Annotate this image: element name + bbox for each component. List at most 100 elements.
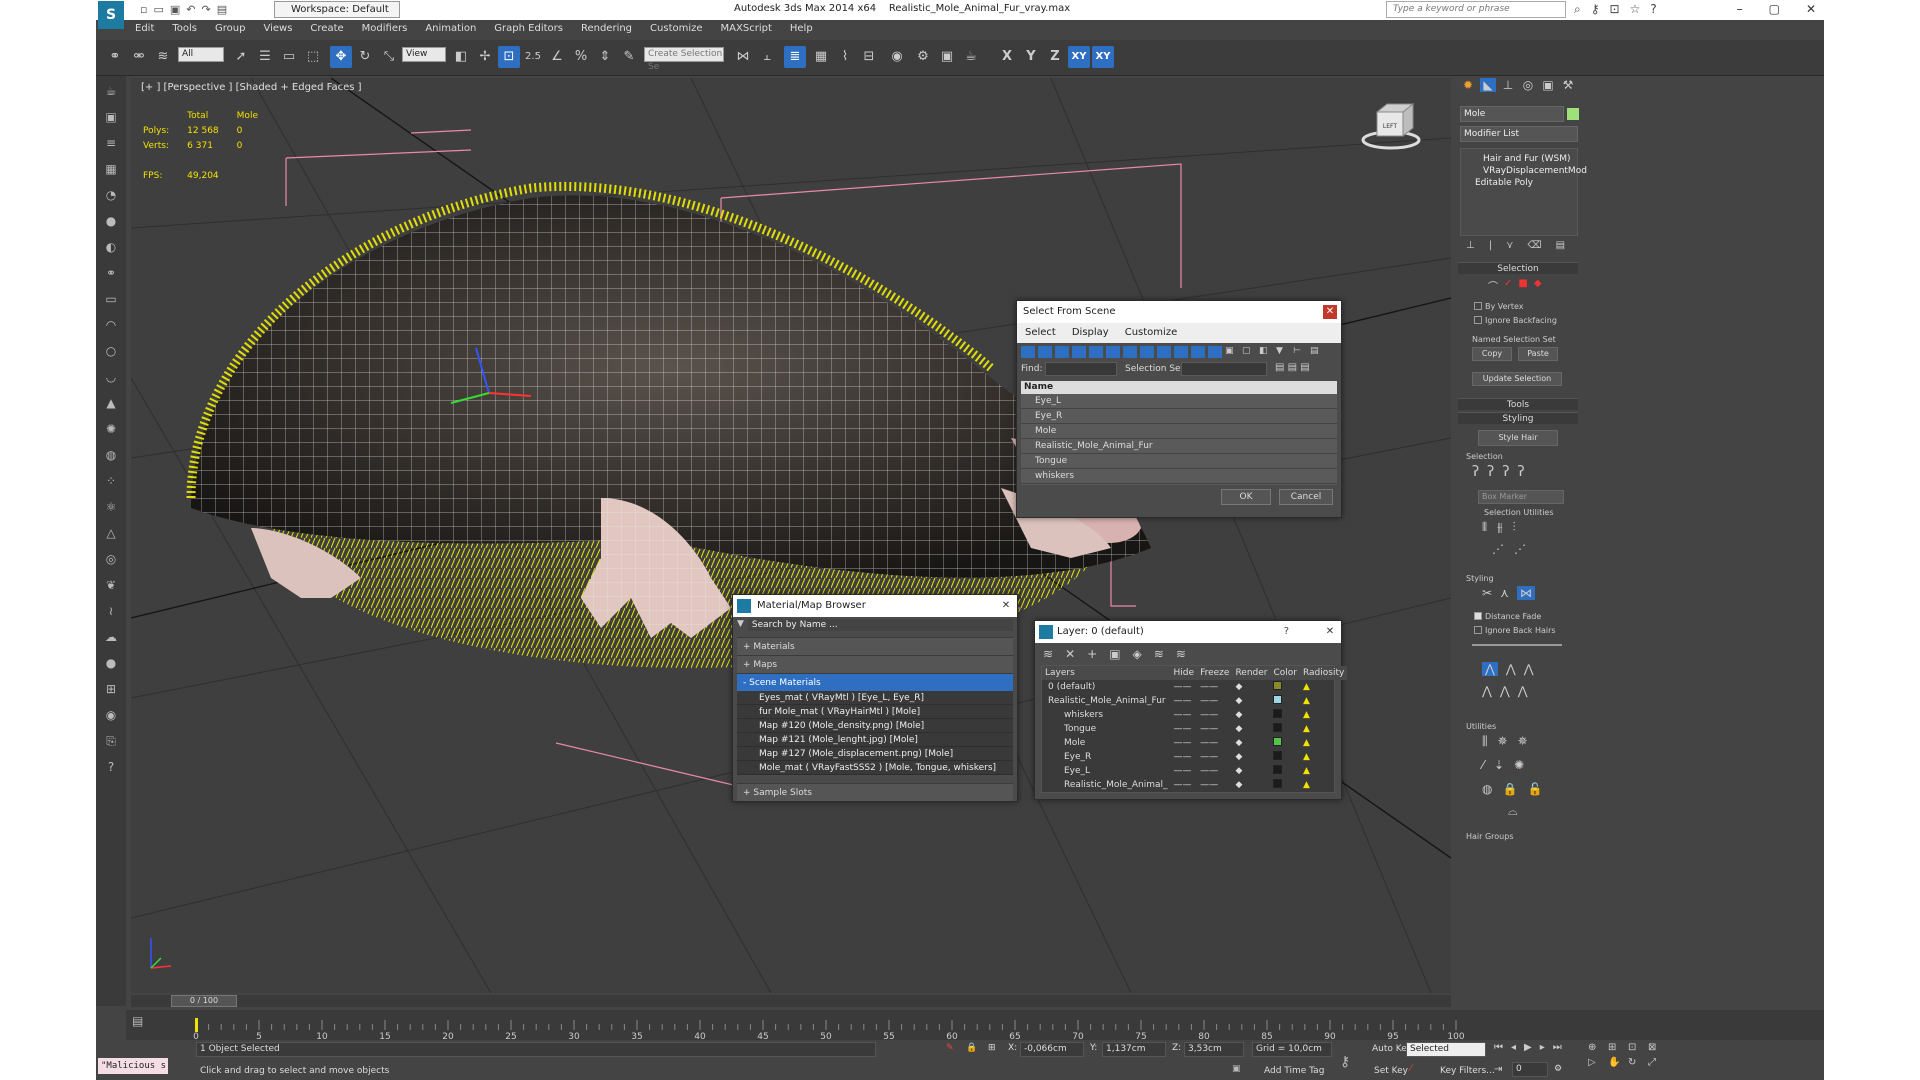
plus-box-icon[interactable]: ⊞: [100, 678, 122, 700]
layer-freeze-toggle[interactable]: ——: [1197, 764, 1232, 778]
render-production-icon[interactable]: ☕: [960, 46, 982, 68]
selection-lock-icon[interactable]: 🔒: [966, 1043, 977, 1053]
hair-icon[interactable]: ≀: [100, 600, 122, 622]
ignore-backfacing-checkbox[interactable]: Ignore Backfacing: [1474, 316, 1557, 325]
workspace-dropdown[interactable]: Workspace: Default: [274, 1, 400, 18]
col-freeze[interactable]: Freeze: [1197, 666, 1233, 680]
customize-menu[interactable]: Customize: [1125, 323, 1178, 343]
render-setup-icon[interactable]: ⚙: [912, 46, 934, 68]
layer-freeze-toggle[interactable]: ——: [1197, 736, 1232, 750]
filter-shapes-icon[interactable]: [1038, 346, 1052, 358]
app-logo-icon[interactable]: S: [98, 1, 124, 29]
zoom-extents-all-icon[interactable]: ⊠: [1648, 1042, 1664, 1053]
layer-render-icon[interactable]: ◆: [1232, 694, 1270, 708]
toggle-collisions-icon[interactable]: ✺: [1514, 758, 1524, 772]
menu-animation[interactable]: Animation: [416, 20, 485, 38]
schematic-view-icon[interactable]: ⊟: [858, 46, 880, 68]
time-slider-thumb[interactable]: 0 / 100: [171, 995, 237, 1007]
percent-snap-icon[interactable]: %: [570, 46, 592, 68]
help-circle-icon[interactable]: ?: [100, 756, 122, 778]
layer-hide-toggle[interactable]: ——: [1171, 750, 1198, 764]
close-icon[interactable]: ✕: [1806, 0, 1816, 18]
layer-radiosity-icon[interactable]: ▲: [1300, 680, 1347, 694]
utilities-tab-icon[interactable]: ⚒: [1560, 78, 1576, 92]
col-render[interactable]: Render: [1232, 666, 1271, 680]
undo-icon[interactable]: ↶: [186, 3, 195, 16]
filter-xrefs-icon[interactable]: [1140, 346, 1154, 358]
scene-item-eye-r[interactable]: Eye_R: [1021, 409, 1337, 424]
hair-comb-icon[interactable]: ⋈: [1516, 586, 1535, 600]
time-config-icon[interactable]: ⚙: [1554, 1064, 1562, 1074]
track-bar[interactable]: ▤ 0 5 10 15 20 25 30 35 40 45 50 55 60 65 70 75 80 85 90 95…: [126, 1010, 1824, 1040]
fov-icon[interactable]: ▷: [1588, 1057, 1604, 1068]
bind-space-warp-icon[interactable]: ≋: [152, 46, 174, 68]
pan-icon[interactable]: ✋: [1608, 1057, 1624, 1068]
stack-item-hair[interactable]: Hair and Fur (WSM): [1461, 153, 1577, 165]
select-invert-icon[interactable]: ◧: [1259, 346, 1273, 358]
materials-group[interactable]: + Materials: [737, 637, 1013, 655]
hierarchy-tab-icon[interactable]: ⊥: [1500, 78, 1516, 92]
window-crossing-icon[interactable]: ⬚: [302, 46, 324, 68]
set-key-icon[interactable]: ⁄: [1410, 1064, 1412, 1074]
go-to-start-icon[interactable]: ⏮: [1494, 1042, 1503, 1053]
layer-name[interactable]: Tongue: [1042, 722, 1171, 736]
layer-radiosity-icon[interactable]: ▲: [1300, 722, 1347, 736]
layer-render-icon[interactable]: ◆: [1232, 750, 1270, 764]
filter-hidden-icon[interactable]: [1208, 346, 1222, 358]
by-vertex-checkbox[interactable]: By Vertex: [1474, 302, 1523, 311]
menu-customize[interactable]: Customize: [641, 20, 712, 38]
next-frame-icon[interactable]: ▸: [1540, 1042, 1545, 1053]
scene-materials-group[interactable]: - Scene Materials: [737, 673, 1013, 691]
delete-layer-icon[interactable]: ✕: [1065, 647, 1075, 661]
fog-icon[interactable]: ☁: [100, 626, 122, 648]
map-displacement[interactable]: Map #127 (Mole_displacement.png) [Mole]: [737, 747, 1013, 761]
layer-color-swatch[interactable]: [1270, 750, 1300, 764]
perspective-viewport[interactable]: [+ ] [Perspective ] [Shaded + Edged Face…: [131, 78, 1451, 993]
select-none-icon[interactable]: ▢: [1242, 346, 1256, 358]
leaf-icon[interactable]: ❦: [100, 574, 122, 596]
layer-hide-toggle[interactable]: ——: [1171, 694, 1198, 708]
current-frame-marker[interactable]: [195, 1018, 198, 1032]
layer-render-icon[interactable]: ◆: [1232, 722, 1270, 736]
ball-icon[interactable]: ●: [100, 652, 122, 674]
rendered-frame-icon[interactable]: ▣: [936, 46, 958, 68]
map-length[interactable]: Map #121 (Mole_lenght.jpg) [Mole]: [737, 733, 1013, 747]
create-layer-icon[interactable]: ≋: [1043, 647, 1053, 661]
create-tab-icon[interactable]: ✹: [1460, 78, 1476, 92]
redo-icon[interactable]: ↷: [202, 3, 211, 16]
copy-button[interactable]: Copy: [1472, 347, 1512, 361]
layer-hide-toggle[interactable]: ——: [1171, 764, 1198, 778]
layer-color-swatch[interactable]: [1270, 680, 1300, 694]
rotate-brush-icon[interactable]: ⋀: [1500, 684, 1510, 698]
layer-name[interactable]: Realistic_Mole_Animal_: [1042, 778, 1171, 792]
chat-icon[interactable]: ◔: [100, 184, 122, 206]
select-rotate-icon[interactable]: ↻: [354, 46, 376, 68]
open-file-icon[interactable]: ▭: [153, 3, 163, 16]
hair-brush-icon[interactable]: ⋏: [1500, 586, 1509, 600]
manipulate-icon[interactable]: ✢: [474, 46, 496, 68]
scene-item-mole[interactable]: Mole: [1021, 424, 1337, 439]
sample-slots-group[interactable]: + Sample Slots: [737, 783, 1013, 801]
layer-name[interactable]: Eye_R: [1042, 750, 1171, 764]
layer-row[interactable]: Eye_L —— —— ◆ ▲: [1042, 764, 1347, 778]
hair-edit-icon[interactable]: ✓: [1504, 278, 1512, 293]
layer-render-icon[interactable]: ◆: [1232, 708, 1270, 722]
cart-icon[interactable]: ⊡: [1610, 2, 1620, 17]
unlink-icon[interactable]: ⚮: [128, 46, 150, 68]
hide-all-layers-icon[interactable]: ≋: [1154, 647, 1164, 661]
brush-size-slider[interactable]: [1472, 644, 1562, 646]
material-eyes[interactable]: Eyes_mat ( VRayMtl ) [Eye_L, Eye_R]: [737, 691, 1013, 705]
time-tag-icon[interactable]: ▣: [1232, 1064, 1241, 1074]
guides-icon[interactable]: ⌒: [1488, 278, 1498, 293]
select-menu[interactable]: Select: [1025, 323, 1056, 343]
layer-row[interactable]: 0 (default) —— —— ◆ ▲: [1042, 680, 1347, 694]
current-frame-field[interactable]: 0: [1512, 1062, 1548, 1077]
layer-hide-toggle[interactable]: ——: [1171, 778, 1198, 792]
menu-create[interactable]: Create: [301, 20, 352, 38]
layer-render-icon[interactable]: ◆: [1232, 736, 1270, 750]
layer-radiosity-icon[interactable]: ▲: [1300, 708, 1347, 722]
lock-icon[interactable]: 🔒: [1502, 782, 1517, 796]
selection-rollout-header[interactable]: Selection: [1458, 262, 1578, 274]
stack-item-editable-poly[interactable]: Editable Poly: [1461, 177, 1577, 189]
prev-frame-icon[interactable]: ◂: [1511, 1042, 1516, 1053]
